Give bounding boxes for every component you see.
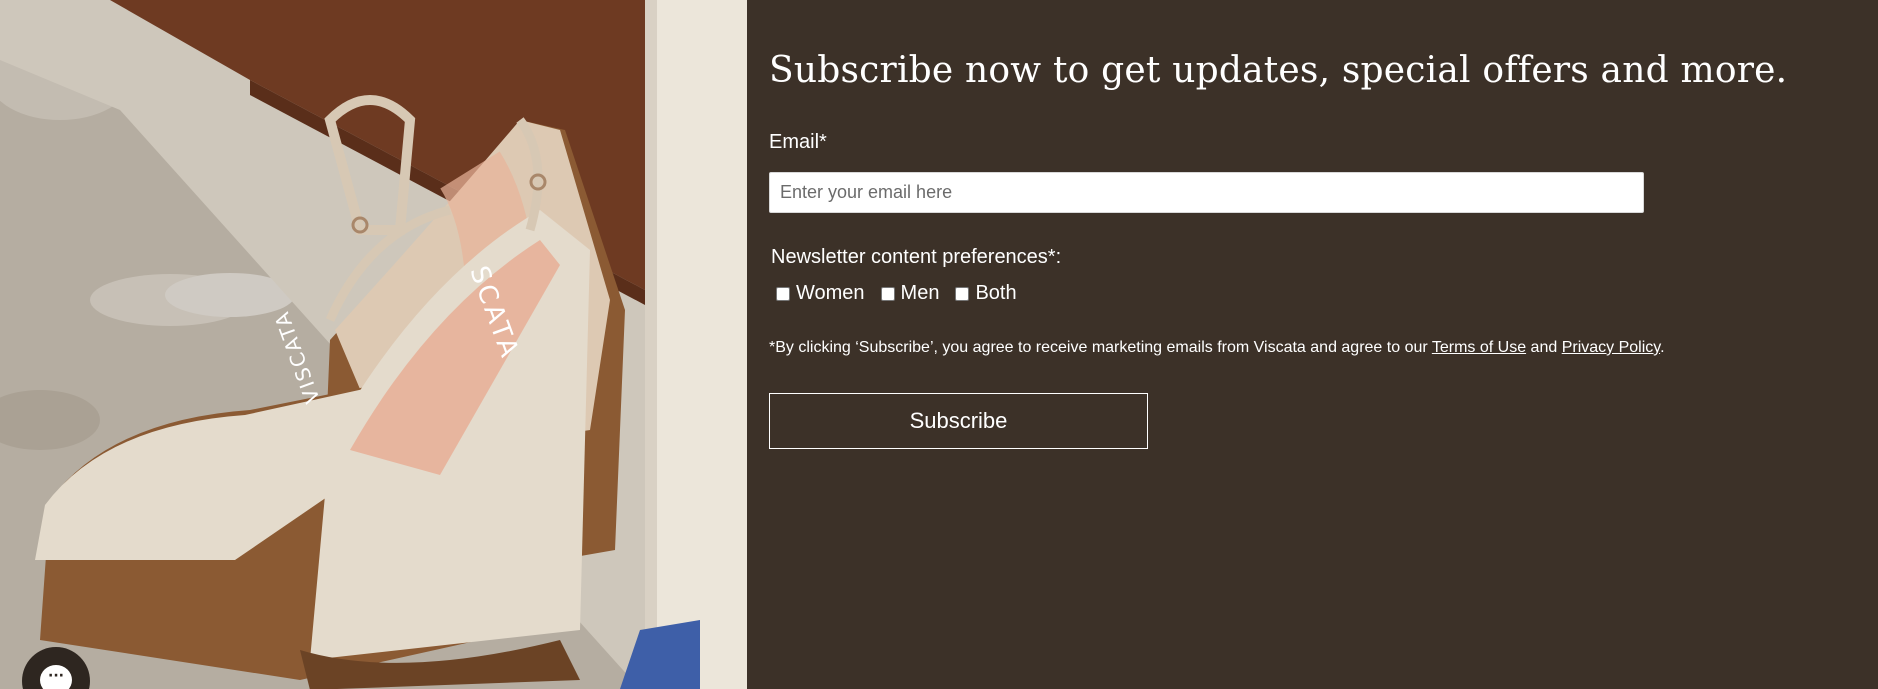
preferences-options: Women Men Both (776, 282, 1033, 305)
legal-disclaimer: *By clicking ‘Subscribe’, you agree to r… (769, 339, 1665, 357)
subscribe-title: Subscribe now to get updates, special of… (769, 50, 1788, 91)
option-label: Men (900, 282, 940, 304)
subscribe-panel: Subscribe now to get updates, special of… (747, 0, 1878, 689)
espadrille-wedges-illustration: SCATA VISCATA (0, 0, 747, 689)
legal-prefix: *By clicking ‘Subscribe’, you agree to r… (769, 339, 1432, 356)
option-both[interactable]: Both (955, 282, 1017, 305)
email-input[interactable] (769, 172, 1644, 213)
option-label: Women (796, 282, 865, 304)
women-checkbox[interactable] (776, 286, 790, 301)
subscribe-button[interactable]: Subscribe (769, 393, 1148, 449)
email-label: Email* (769, 131, 827, 153)
product-image: SCATA VISCATA (0, 0, 747, 689)
privacy-policy-link[interactable]: Privacy Policy (1562, 339, 1660, 356)
legal-suffix: . (1660, 339, 1665, 356)
both-checkbox[interactable] (955, 286, 970, 301)
terms-of-use-link[interactable]: Terms of Use (1432, 339, 1526, 356)
preferences-label: Newsletter content preferences*: (771, 246, 1062, 268)
option-women[interactable]: Women (776, 282, 865, 305)
option-label: Both (975, 282, 1017, 304)
chat-bubble-icon: ··· (40, 665, 72, 689)
option-men[interactable]: Men (880, 282, 940, 305)
legal-and: and (1526, 339, 1562, 356)
men-checkbox[interactable] (880, 286, 895, 301)
